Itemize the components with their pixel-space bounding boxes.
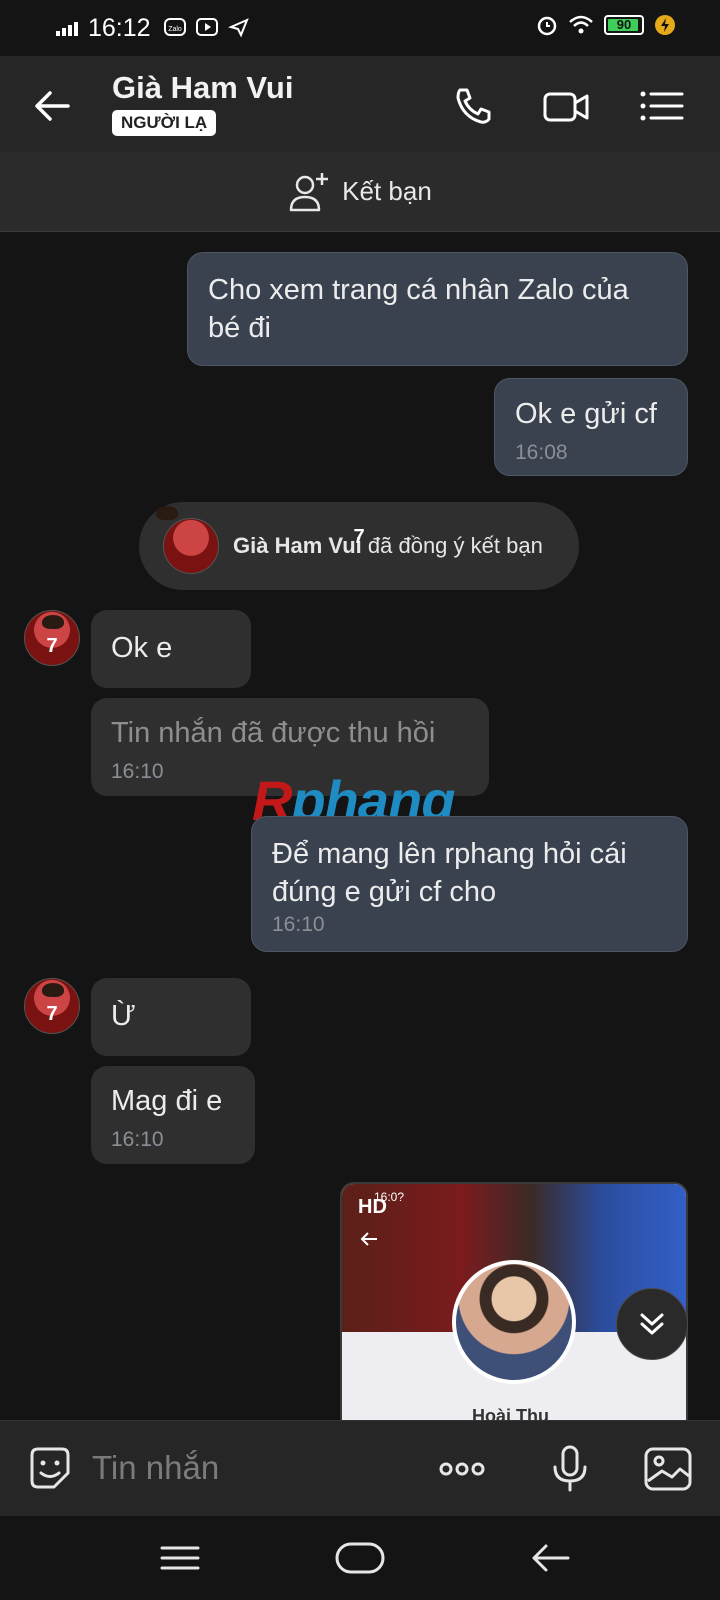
system-navigation-bar [0, 1516, 720, 1600]
signal-icon [56, 22, 78, 36]
sticker-icon[interactable] [24, 1443, 76, 1495]
stranger-badge: NGƯỜI LẠ [112, 110, 217, 136]
status-bar: 16:12 Zalo 90 [0, 0, 720, 56]
image-gallery-icon[interactable] [642, 1443, 694, 1495]
message-text: Ok e gửi cf [515, 398, 657, 430]
incoming-message[interactable]: Ừ [91, 978, 251, 1056]
message-time: 16:10 [272, 913, 325, 936]
svg-text:Zalo: Zalo [168, 26, 182, 33]
alarm-icon [537, 16, 557, 36]
add-friend-icon [289, 172, 329, 211]
microphone-icon[interactable] [544, 1443, 596, 1495]
message-text: Cho xem trang cá nhân Zalo của bé đi [208, 274, 629, 344]
status-app-icons: Zalo [164, 16, 250, 38]
chat-header: Già Ham Vui NGƯỜI LẠ [0, 56, 720, 152]
more-options-icon[interactable] [436, 1443, 488, 1495]
add-friend-label: Kết bạn [342, 176, 432, 206]
back-arrow-icon[interactable] [30, 84, 74, 128]
battery-level: 90 [616, 17, 632, 32]
telegram-icon [228, 18, 249, 38]
message-text: Ừ [111, 1000, 136, 1032]
message-time: 16:08 [515, 441, 568, 464]
message-text: Ok e [111, 632, 173, 664]
outgoing-message[interactable]: Để mang lên rphang hỏi cái đúng e gửi cf… [251, 816, 688, 952]
youtube-icon [196, 18, 218, 36]
hd-badge: HD [358, 1196, 387, 1218]
message-time: 16:10 [111, 1128, 164, 1151]
status-right: 90 [536, 14, 676, 36]
avatar[interactable]: 7 [24, 978, 80, 1034]
recent-apps-icon[interactable] [156, 1534, 204, 1582]
message-composer: Tin nhắn [0, 1420, 720, 1516]
outgoing-message[interactable]: Ok e gửi cf 16:08 [494, 378, 688, 476]
friend-accepted-notice: 7 Già Ham Vui đã đồng ý kết bạn [139, 502, 579, 590]
message-text: Để mang lên rphang hỏi cái đúng e gửi cf… [272, 838, 627, 908]
incoming-message[interactable]: Ok e [91, 610, 251, 688]
charging-icon [655, 15, 675, 35]
scroll-to-bottom-button[interactable] [616, 1288, 688, 1360]
home-icon[interactable] [334, 1534, 386, 1582]
back-icon[interactable] [526, 1534, 574, 1582]
outgoing-message[interactable]: Cho xem trang cá nhân Zalo của bé đi [187, 252, 688, 366]
zalo-icon: Zalo [164, 18, 186, 36]
phone-icon[interactable] [450, 82, 498, 130]
add-friend-button[interactable]: Kết bạn [0, 152, 720, 232]
message-input[interactable]: Tin nhắn [92, 1449, 219, 1487]
video-call-icon[interactable] [542, 82, 590, 130]
battery-icon: 90 [604, 15, 644, 35]
menu-icon[interactable] [638, 82, 686, 130]
avatar[interactable]: 7 [24, 610, 80, 666]
wifi-icon [569, 15, 593, 34]
image-back-icon [360, 1232, 377, 1246]
double-chevron-down-icon [640, 1313, 664, 1335]
contact-name[interactable]: Già Ham Vui [112, 70, 293, 106]
message-text: Tin nhắn đã được thu hồi [111, 717, 436, 749]
profile-photo [452, 1260, 576, 1384]
incoming-message[interactable]: Mag đi e 16:10 [91, 1066, 255, 1164]
profile-name: Hoài Thu [472, 1406, 549, 1420]
status-time: 16:12 [88, 14, 151, 42]
avatar[interactable]: 7 [156, 506, 365, 574]
chat-messages[interactable]: Cho xem trang cá nhân Zalo của bé đi Ok … [0, 232, 720, 1420]
message-text: Mag đi e [111, 1085, 223, 1117]
